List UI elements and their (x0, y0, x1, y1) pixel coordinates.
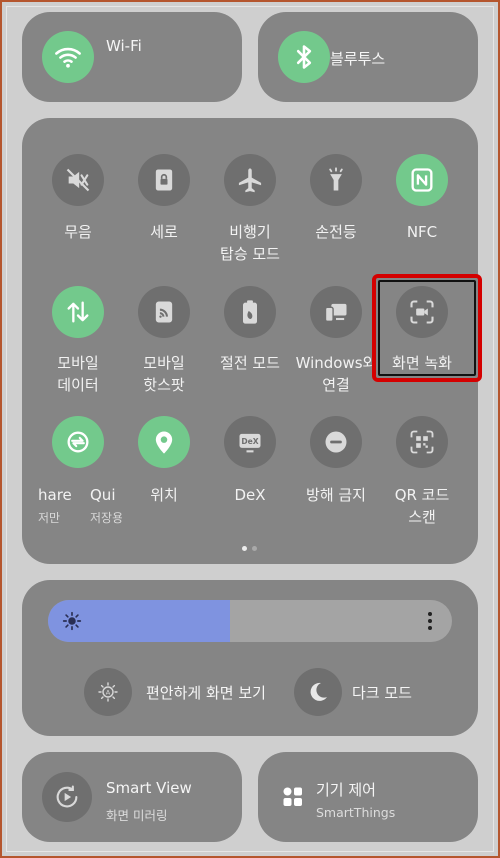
do-not-disturb-label: 방해 금지 (306, 486, 366, 504)
svg-text:A: A (106, 689, 111, 697)
nfc-label: NFC (406, 223, 438, 241)
device-control-icon (282, 786, 304, 808)
moon-icon (294, 668, 342, 716)
wifi-tile[interactable]: Wi-Fi (22, 12, 242, 102)
bluetooth-tile[interactable]: 블루투스 (258, 12, 478, 102)
brightness-slider[interactable] (48, 600, 452, 642)
portrait-lock-icon[interactable] (138, 154, 190, 206)
flashlight-label: 손전등 (315, 223, 357, 241)
dex-label: DeX (234, 486, 266, 504)
smart-view-subtitle: 화면 미러링 (106, 808, 168, 823)
more-options-icon[interactable] (426, 611, 434, 631)
hotspot-icon[interactable] (138, 286, 190, 338)
page-dot-2[interactable] (252, 546, 257, 551)
portrait-label: 세로 (150, 223, 178, 241)
bluetooth-icon[interactable] (278, 31, 330, 83)
smart-view-title: Smart View (106, 779, 192, 797)
location-label: 위치 (150, 486, 178, 504)
dark-mode-button[interactable]: 다크 모드 (294, 668, 444, 716)
sun-icon (62, 611, 82, 631)
qr-scan-icon[interactable] (396, 416, 448, 468)
page-dot-1[interactable] (242, 546, 247, 551)
quick-share-label: hare 저만 (38, 486, 72, 525)
dark-mode-label: 다크 모드 (352, 684, 412, 702)
qr-scan-label: QR 코드 스캔 (394, 486, 450, 526)
nfc-icon[interactable] (396, 154, 448, 206)
eye-comfort-button[interactable]: A 편안하게 화면 보기 (84, 668, 266, 716)
page-indicator (242, 546, 257, 551)
highlight-box (372, 274, 482, 382)
link-to-windows-label: Windows와 연결 (295, 354, 377, 394)
smart-view-icon (42, 772, 92, 822)
bluetooth-label: 블루투스 (330, 50, 386, 68)
dex-icon[interactable]: DeX (224, 416, 276, 468)
airplane-label: 비행기 탑승 모드 (220, 223, 280, 263)
brightness-panel: A 편안하게 화면 보기 다크 모드 (22, 580, 478, 736)
link-to-windows-icon[interactable] (310, 286, 362, 338)
mobile-data-label: 모바일 데이터 (57, 354, 99, 394)
airplane-icon[interactable] (224, 154, 276, 206)
quick-share-icon[interactable] (52, 416, 104, 468)
mute-icon[interactable] (52, 154, 104, 206)
battery-saver-icon[interactable] (224, 286, 276, 338)
wifi-icon[interactable] (42, 31, 94, 83)
quick-share-label-2: Qui 저장용 (90, 486, 122, 525)
eye-comfort-icon: A (84, 668, 132, 716)
device-control-title: 기기 제어 (316, 781, 376, 799)
wifi-label: Wi-Fi (106, 37, 142, 55)
smart-view-tile[interactable]: Smart View 화면 미러링 (22, 752, 242, 842)
battery-saver-label: 절전 모드 (220, 354, 280, 372)
hotspot-label: 모바일 핫스팟 (143, 354, 185, 394)
mute-label: 무음 (64, 223, 92, 241)
do-not-disturb-icon[interactable] (310, 416, 362, 468)
flashlight-icon[interactable] (310, 154, 362, 206)
svg-text:DeX: DeX (241, 437, 258, 446)
location-icon[interactable] (138, 416, 190, 468)
mobile-data-icon[interactable] (52, 286, 104, 338)
device-control-tile[interactable]: 기기 제어 SmartThings (258, 752, 478, 842)
eye-comfort-label: 편안하게 화면 보기 (146, 684, 266, 702)
device-control-subtitle: SmartThings (316, 805, 396, 820)
